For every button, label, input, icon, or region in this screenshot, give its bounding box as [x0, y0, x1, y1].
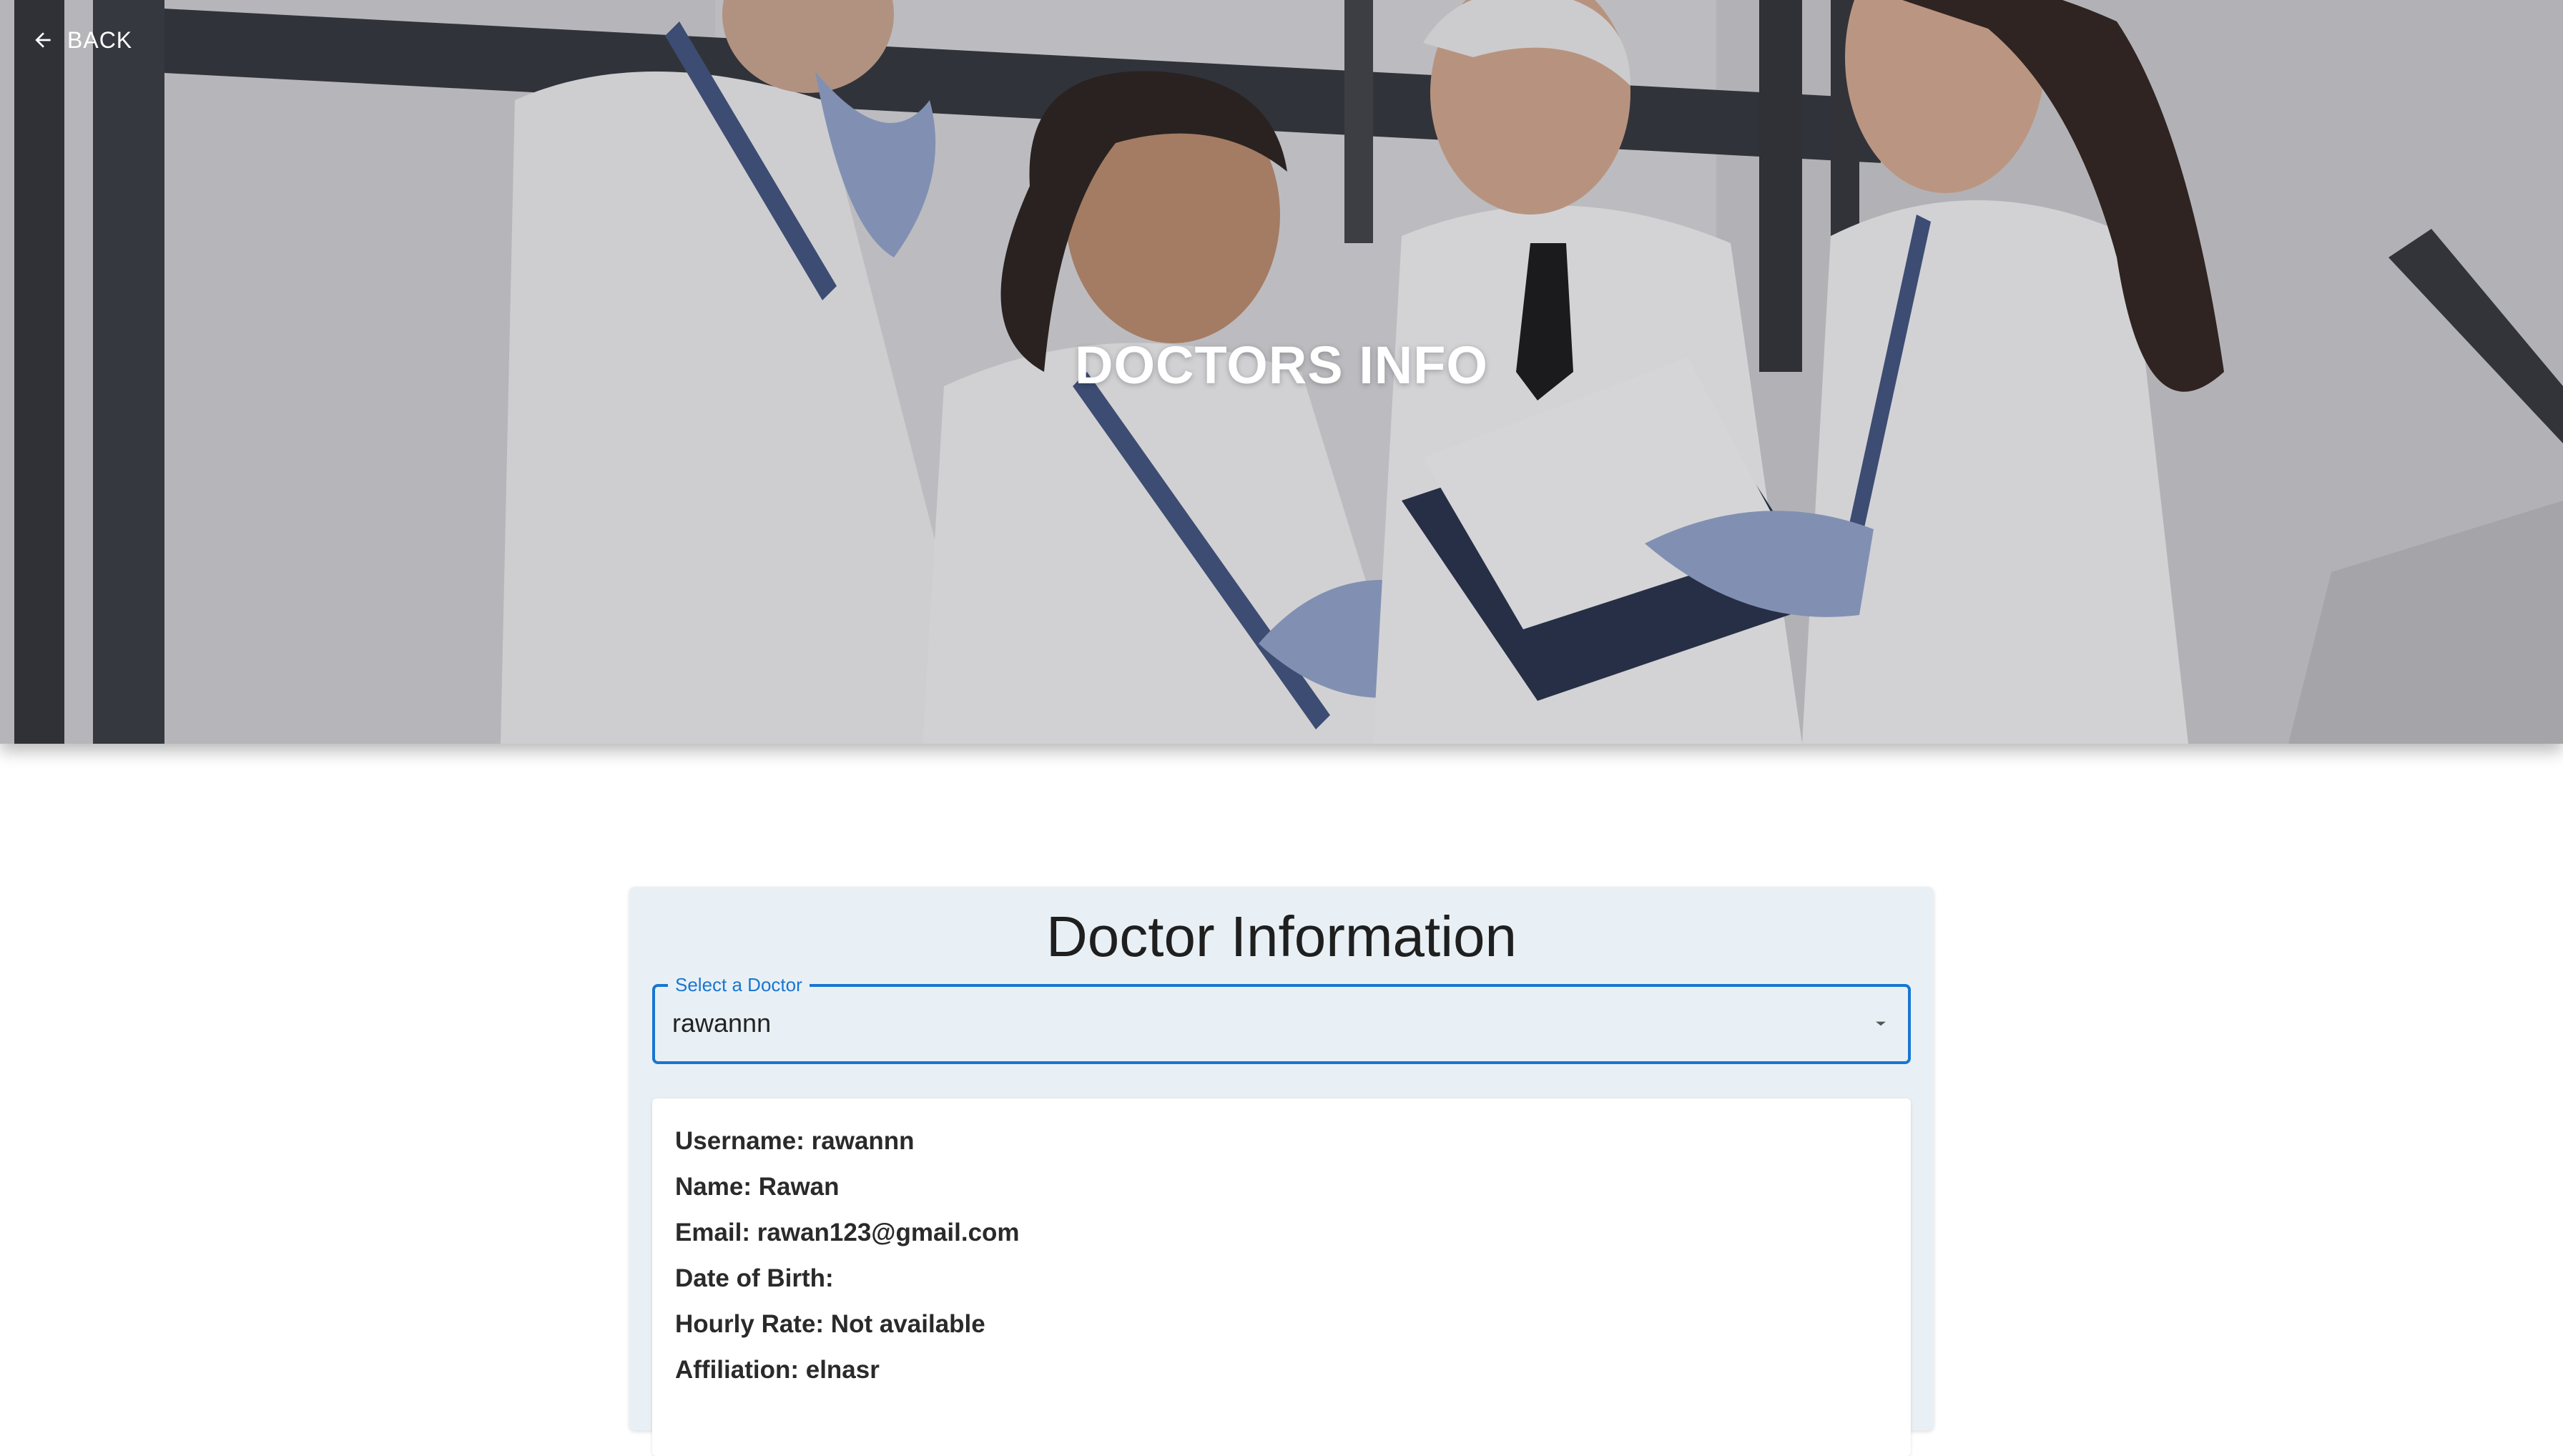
- caret-down-icon[interactable]: [1872, 1018, 1889, 1039]
- detail-name: Name: Rawan: [675, 1173, 840, 1201]
- back-button[interactable]: BACK: [31, 21, 132, 59]
- detail-username: Username: rawannn: [675, 1127, 915, 1155]
- detail-affiliation: Affiliation: elnasr: [675, 1356, 880, 1384]
- doctor-details-panel: Username: rawannn Name: Rawan Email: raw…: [652, 1098, 1911, 1456]
- doctor-information-card: Doctor Information Select a Doctor rawan…: [629, 887, 1934, 1456]
- doctor-select[interactable]: Select a Doctor rawannn: [652, 973, 1911, 1064]
- doctor-select-label: Select a Doctor: [668, 973, 810, 997]
- doctor-select-value: rawannn: [672, 1008, 772, 1038]
- arrow-left-icon: [31, 29, 54, 51]
- card-title: Doctor Information: [1046, 905, 1517, 968]
- back-button-label: BACK: [67, 26, 133, 53]
- detail-email: Email: rawan123@gmail.com: [675, 1219, 1020, 1246]
- detail-date-of-birth: Date of Birth:: [675, 1264, 834, 1292]
- detail-hourly-rate: Hourly Rate: Not available: [675, 1310, 985, 1338]
- page-title: DOCTORS INFO: [1075, 335, 1488, 395]
- hero-banner: BACK DOCTORS INFO: [0, 0, 2563, 744]
